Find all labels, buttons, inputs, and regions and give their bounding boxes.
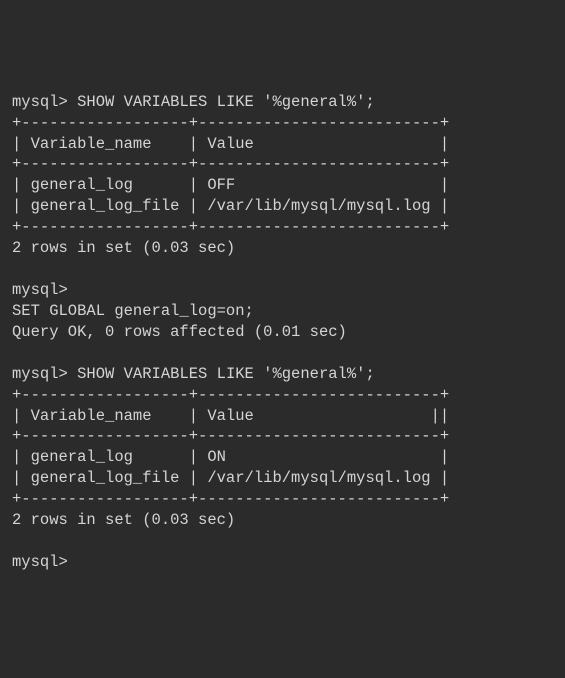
result-summary: 2 rows in set (0.03 sec) — [12, 238, 553, 259]
table-border: +------------------+--------------------… — [12, 113, 553, 134]
prompt: mysql> — [12, 93, 68, 111]
table-row: | general_log_file | /var/lib/mysql/mysq… — [12, 468, 553, 489]
set-result: Query OK, 0 rows affected (0.01 sec) — [12, 322, 553, 343]
query-1: SHOW VARIABLES LIKE '%general%'; — [77, 93, 375, 111]
table-header: | Variable_name | Value | — [12, 134, 553, 155]
table-border: +------------------+--------------------… — [12, 217, 553, 238]
result-summary: 2 rows in set (0.03 sec) — [12, 510, 553, 531]
table-border: +------------------+--------------------… — [12, 154, 553, 175]
table-border: +------------------+--------------------… — [12, 426, 553, 447]
table-row: | general_log | ON | — [12, 447, 553, 468]
table-border: +------------------+--------------------… — [12, 385, 553, 406]
prompt-cursor[interactable]: mysql> — [12, 552, 553, 573]
query-2: SHOW VARIABLES LIKE '%general%'; — [77, 365, 375, 383]
table-border: +------------------+--------------------… — [12, 489, 553, 510]
set-cmd: SET GLOBAL general_log=on; — [12, 301, 553, 322]
cmd-line-1: mysql> SHOW VARIABLES LIKE '%general%'; — [12, 92, 553, 113]
prompt-empty[interactable]: mysql> — [12, 280, 553, 301]
table-header: | Variable_name | Value || — [12, 406, 553, 427]
cmd-line-2: mysql> SHOW VARIABLES LIKE '%general%'; — [12, 364, 553, 385]
table-row: | general_log | OFF | — [12, 175, 553, 196]
prompt: mysql> — [12, 365, 68, 383]
table-row: | general_log_file | /var/lib/mysql/mysq… — [12, 196, 553, 217]
